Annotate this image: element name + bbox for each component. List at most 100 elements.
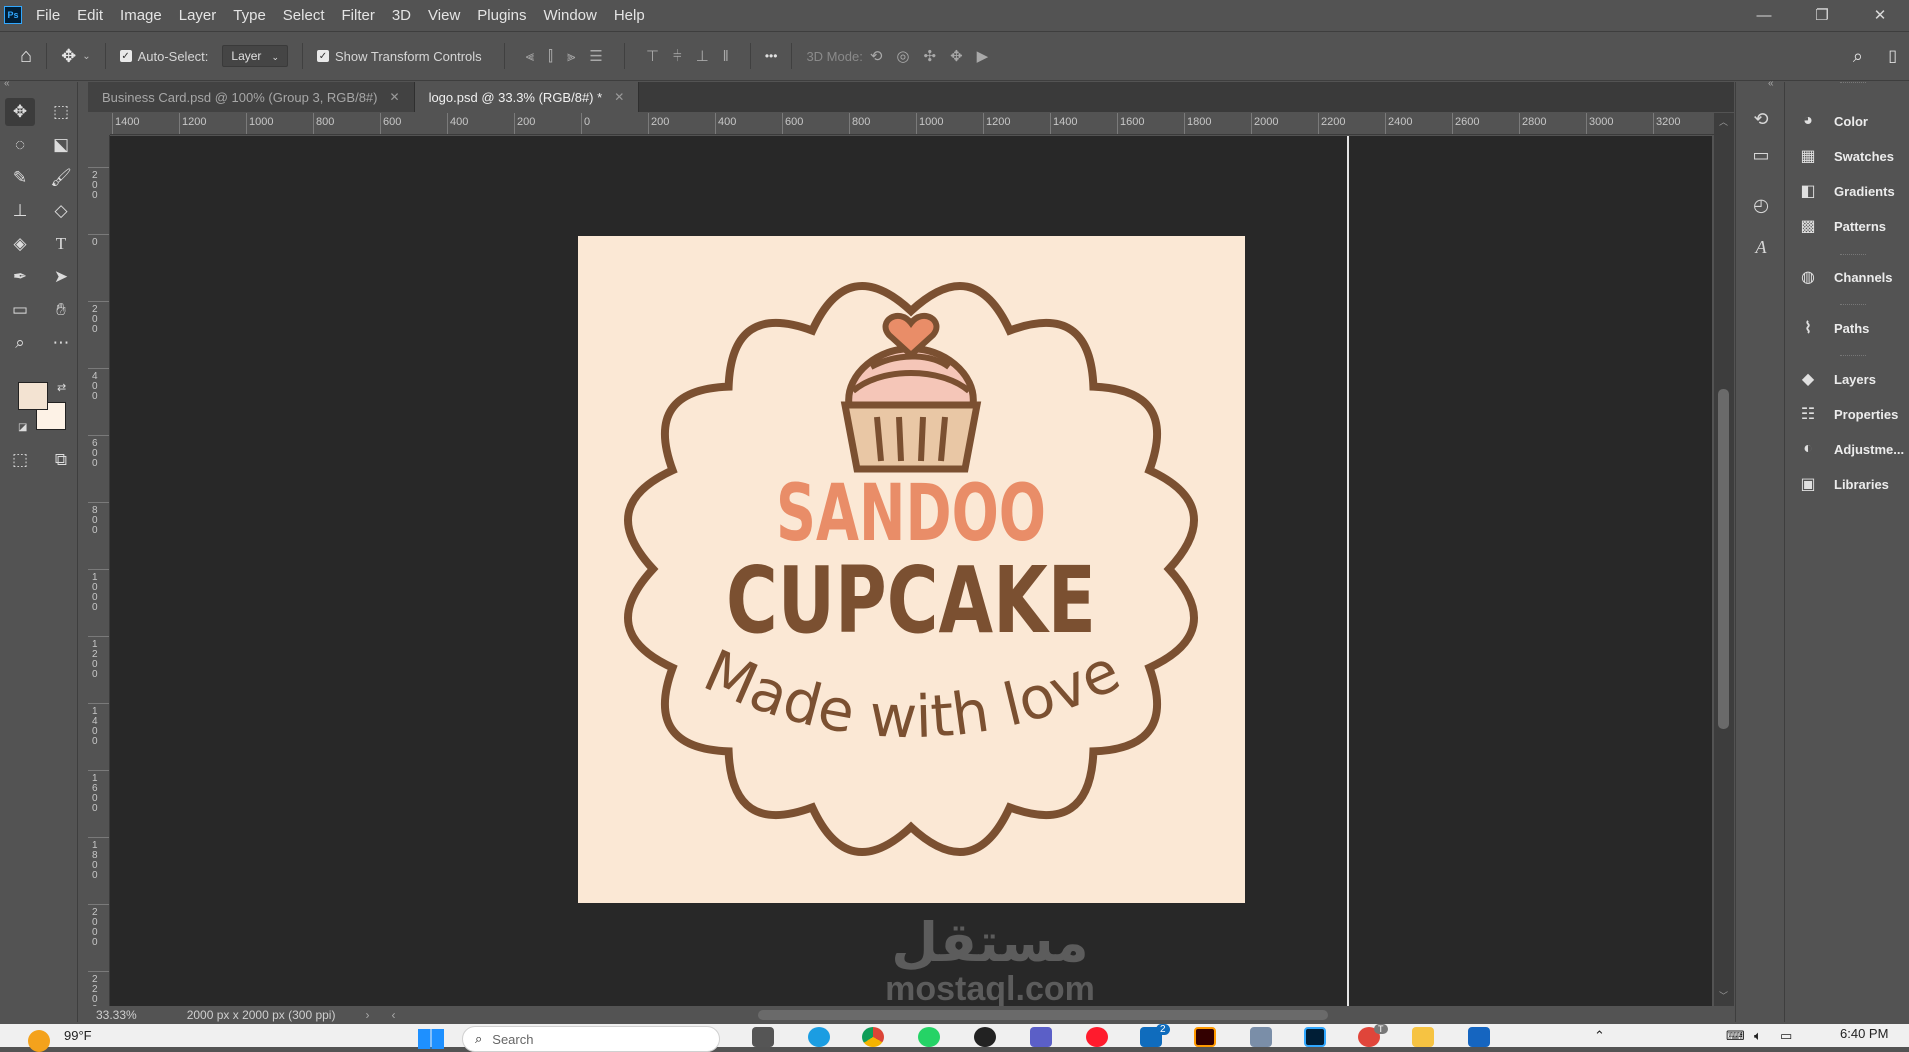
stamp-tool-icon[interactable]: ⊥ (5, 197, 35, 225)
panel-layers[interactable]: ◆ Layers (1796, 364, 1876, 394)
whatsapp-icon[interactable] (918, 1027, 940, 1047)
default-colors-icon[interactable]: ◪ (18, 422, 27, 433)
menu-filter[interactable]: Filter (342, 7, 375, 24)
horizontal-ruler[interactable]: 1400 1200 1000 800 600 400 200 0 200 400 600 800 100… (110, 113, 1716, 135)
menu-edit[interactable]: Edit (77, 7, 103, 24)
pan-3d-icon[interactable]: ✣ (924, 47, 937, 65)
comments-icon[interactable]: ▭ (1746, 142, 1776, 168)
panel-grip[interactable] (1840, 355, 1866, 358)
more-options-button[interactable]: ••• (765, 49, 778, 63)
opera-icon[interactable] (1086, 1027, 1108, 1047)
close-icon[interactable]: ✕ (614, 90, 624, 104)
zoom-level[interactable]: 33.33% (96, 1008, 137, 1022)
file-explorer-icon[interactable] (1412, 1027, 1434, 1047)
move-tool-icon[interactable]: ✥ (5, 98, 35, 126)
system-clock[interactable]: 6:40 PM (1840, 1026, 1888, 1041)
weather-sun-icon[interactable] (28, 1030, 50, 1052)
workspace-icon[interactable]: ▯ (1888, 46, 1897, 66)
menu-view[interactable]: View (428, 7, 460, 24)
move-tool-preset-icon[interactable]: ✥ (61, 46, 76, 67)
align-middle-icon[interactable]: ⫩ (673, 48, 682, 65)
panel-patterns[interactable]: ▩ Patterns (1796, 211, 1886, 241)
menu-select[interactable]: Select (283, 7, 325, 24)
start-windows-icon[interactable] (418, 1029, 444, 1049)
tab-business-card[interactable]: Business Card.psd @ 100% (Group 3, RGB/8… (88, 82, 415, 112)
distribute-horizontal-icon[interactable]: ☰ (589, 47, 602, 65)
speaker-icon[interactable]: 🔈︎ (1754, 1028, 1762, 1044)
type-tool-icon[interactable]: T (46, 230, 76, 258)
auto-select-checkbox[interactable]: ✓ (119, 50, 132, 62)
object-select-tool-icon[interactable]: ⬕ (46, 131, 76, 159)
quick-mask-icon[interactable]: ⬚ (5, 446, 35, 474)
photoshop-taskbar-icon[interactable] (1304, 1027, 1326, 1047)
menu-3d[interactable]: 3D (392, 7, 411, 24)
align-left-icon[interactable]: ⫷ (526, 48, 534, 65)
marquee-tool-icon[interactable]: ⬚ (46, 98, 76, 126)
vertical-ruler[interactable]: 200 0 200 400 600 800 1000 1200 1400 1600 1800 2000… (88, 135, 110, 1007)
tray-chevron-icon[interactable]: ⌃ (1594, 1028, 1605, 1044)
history-icon[interactable]: ⟲ (1746, 106, 1776, 132)
chevron-down-icon[interactable]: ⌄ (82, 51, 90, 62)
tab-logo[interactable]: logo.psd @ 33.3% (RGB/8#) * ✕ (414, 82, 640, 112)
home-icon[interactable]: ⌂ (20, 45, 32, 68)
align-bottom-icon[interactable]: ⊥ (696, 47, 709, 65)
swap-colors-icon[interactable]: ⇄ (57, 381, 66, 394)
battery-icon[interactable]: ▭ (1780, 1028, 1792, 1044)
chevron-up-icon[interactable]: ︿ (1719, 115, 1728, 128)
glyphs-icon[interactable]: A (1746, 234, 1776, 260)
collapse-arrows-icon[interactable]: « (1768, 78, 1774, 89)
roll-3d-icon[interactable]: ◎ (896, 47, 909, 65)
store-icon[interactable] (1250, 1027, 1272, 1047)
panel-paths[interactable]: ⌇ Paths (1796, 313, 1869, 343)
actions-icon[interactable]: ◴ (1746, 192, 1776, 218)
menu-type[interactable]: Type (233, 7, 266, 24)
menu-layer[interactable]: Layer (179, 7, 217, 24)
distribute-vertical-icon[interactable]: ‖ (723, 48, 729, 65)
brush-tool-icon[interactable]: 🖌︎ (46, 164, 76, 192)
canvas-area[interactable]: SANDOO CUPCAKE Made with love مستقل most… (110, 136, 1712, 1006)
language-icon[interactable]: ⌨ (1726, 1028, 1745, 1044)
lasso-tool-icon[interactable]: ◌ (5, 131, 35, 159)
menu-file[interactable]: File (36, 7, 60, 24)
app-icon[interactable] (1468, 1027, 1490, 1047)
panel-grip[interactable] (1840, 304, 1866, 307)
path-select-tool-icon[interactable]: ➤ (46, 263, 76, 291)
document-canvas[interactable]: SANDOO CUPCAKE Made with love (578, 236, 1245, 903)
weather-temperature[interactable]: 99°F (64, 1028, 92, 1043)
eraser-tool-icon[interactable]: ◇ (46, 197, 76, 225)
panel-grip[interactable] (1840, 254, 1866, 257)
pen-tool-icon[interactable]: ✒ (5, 263, 35, 291)
align-right-icon[interactable]: ⫸ (567, 48, 575, 65)
camera-3d-icon[interactable]: ▶ (977, 47, 989, 65)
panel-libraries[interactable]: ▣ Libraries (1796, 469, 1888, 499)
vertical-scrollbar[interactable]: ︿ ﹀ (1714, 113, 1734, 1007)
screen-mode-icon[interactable]: ⧉ (46, 446, 76, 474)
align-top-icon[interactable]: ⊤ (646, 47, 659, 65)
panel-gradients[interactable]: ◧ Gradients (1796, 176, 1894, 206)
eyedropper-tool-icon[interactable]: ✎ (5, 164, 35, 192)
close-icon[interactable]: ✕ (390, 90, 400, 104)
chevron-left-icon[interactable]: ‹ (391, 1008, 395, 1022)
panel-swatches[interactable]: ▦ Swatches (1796, 141, 1894, 171)
menu-help[interactable]: Help (614, 7, 645, 24)
guide-line[interactable] (1347, 136, 1349, 1006)
chevron-down-icon[interactable]: ﹀ (1719, 989, 1728, 1002)
orbit-3d-icon[interactable]: ⟲ (870, 47, 883, 65)
panel-properties[interactable]: ☷ Properties (1796, 399, 1898, 429)
auto-select-dropdown[interactable]: Layer ⌄ (222, 45, 288, 67)
close-button[interactable]: ✕ (1851, 0, 1909, 30)
horizontal-scrollbar-thumb[interactable] (758, 1010, 1328, 1020)
search-icon[interactable]: ⌕ (1853, 46, 1863, 67)
restore-button[interactable]: ❐ (1793, 0, 1851, 30)
panel-channels[interactable]: ◍ Channels (1796, 262, 1893, 292)
edge-browser-icon[interactable] (808, 1027, 830, 1047)
paint-bucket-tool-icon[interactable]: ◈ (5, 230, 35, 258)
zoom-tool-icon[interactable]: ⌕ (5, 329, 35, 357)
panel-color[interactable]: ◕ Color (1796, 106, 1868, 136)
menu-image[interactable]: Image (120, 7, 162, 24)
scrollbar-thumb[interactable] (1718, 389, 1729, 729)
foreground-color-swatch-top[interactable] (18, 382, 48, 410)
illustrator-icon[interactable] (1194, 1027, 1216, 1047)
chevron-right-icon[interactable]: › (365, 1008, 369, 1022)
show-transform-checkbox[interactable]: ✓ (316, 50, 329, 62)
